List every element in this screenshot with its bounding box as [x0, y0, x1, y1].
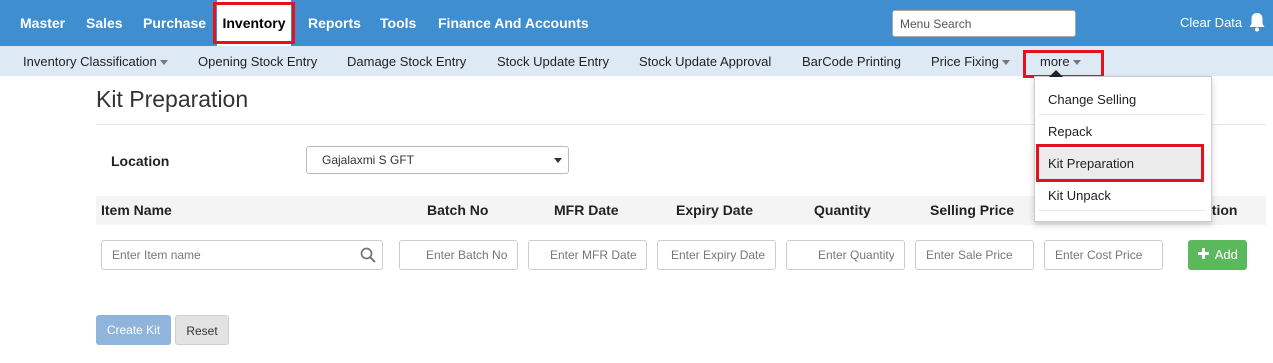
- top-nav-reports[interactable]: Reports: [308, 0, 361, 46]
- item-name-input[interactable]: [101, 240, 383, 270]
- mfr-date-input[interactable]: [528, 240, 647, 270]
- caret-down-icon: [1001, 60, 1010, 66]
- page-title: Kit Preparation: [96, 86, 249, 112]
- create-kit-button[interactable]: Create Kit: [96, 315, 171, 345]
- header-quantity: Quantity: [814, 202, 871, 218]
- menu-item-repack[interactable]: Repack: [1039, 117, 1205, 147]
- menu-item-kit-preparation[interactable]: Kit Preparation: [1039, 149, 1205, 179]
- sub-nav-label: more: [1040, 54, 1070, 69]
- caret-down-icon: [1072, 60, 1081, 66]
- sub-nav-inventory-classification[interactable]: Inventory Classification: [23, 46, 168, 76]
- clear-data-link[interactable]: Clear Data: [1180, 0, 1242, 46]
- menu-search-input[interactable]: [892, 10, 1076, 37]
- location-value: Gajalaxmi S GFT: [322, 153, 415, 167]
- top-nav-master[interactable]: Master: [20, 0, 65, 46]
- sub-nav-stock-update-approval[interactable]: Stock Update Approval: [639, 46, 771, 76]
- search-icon[interactable]: [360, 247, 376, 263]
- dropdown-arrow-icon: [554, 158, 562, 163]
- sub-nav-label: Price Fixing: [931, 54, 999, 69]
- cost-price-input[interactable]: [1044, 240, 1163, 270]
- bell-icon[interactable]: [1248, 12, 1266, 32]
- header-item-name: Item Name: [101, 202, 172, 218]
- menu-item-kit-unpack[interactable]: Kit Unpack: [1039, 181, 1205, 211]
- add-button[interactable]: ✚ Add: [1188, 240, 1247, 270]
- caret-down-icon: [159, 60, 168, 66]
- sub-nav-barcode-printing[interactable]: BarCode Printing: [802, 46, 901, 76]
- add-label: Add: [1214, 247, 1238, 262]
- sub-nav-opening-stock-entry[interactable]: Opening Stock Entry: [198, 46, 317, 76]
- batch-no-input[interactable]: [399, 240, 518, 270]
- sub-nav-price-fixing[interactable]: Price Fixing: [931, 46, 1010, 76]
- top-nav-finance-and-accounts[interactable]: Finance And Accounts: [438, 0, 589, 46]
- quantity-input[interactable]: [786, 240, 905, 270]
- location-label: Location: [111, 153, 170, 169]
- sub-nav-damage-stock-entry[interactable]: Damage Stock Entry: [347, 46, 466, 76]
- menu-item-change-selling[interactable]: Change Selling: [1039, 85, 1205, 115]
- sale-price-input[interactable]: [915, 240, 1034, 270]
- header-mfr-date: MFR Date: [554, 202, 619, 218]
- sub-nav-stock-update-entry[interactable]: Stock Update Entry: [497, 46, 609, 76]
- location-select[interactable]: Gajalaxmi S GFT: [306, 146, 569, 174]
- plus-icon: ✚: [1197, 246, 1210, 263]
- sub-nav-label: Inventory Classification: [23, 54, 157, 69]
- expiry-date-input[interactable]: [657, 240, 776, 270]
- more-dropdown-menu: Change Selling Repack Kit Preparation Ki…: [1034, 70, 1212, 222]
- sub-nav-bar: Inventory Classification Opening Stock E…: [0, 46, 1273, 76]
- top-nav-sales[interactable]: Sales: [86, 0, 123, 46]
- reset-button[interactable]: Reset: [175, 315, 229, 345]
- top-nav-purchase[interactable]: Purchase: [143, 0, 206, 46]
- header-batch-no: Batch No: [427, 202, 489, 218]
- top-nav-bar: Master Sales Purchase Inventory Reports …: [0, 0, 1273, 46]
- header-expiry-date: Expiry Date: [676, 202, 754, 218]
- top-nav-inventory[interactable]: Inventory: [217, 0, 291, 46]
- header-selling-price: Selling Price: [930, 202, 1015, 218]
- top-nav-tools[interactable]: Tools: [380, 0, 416, 46]
